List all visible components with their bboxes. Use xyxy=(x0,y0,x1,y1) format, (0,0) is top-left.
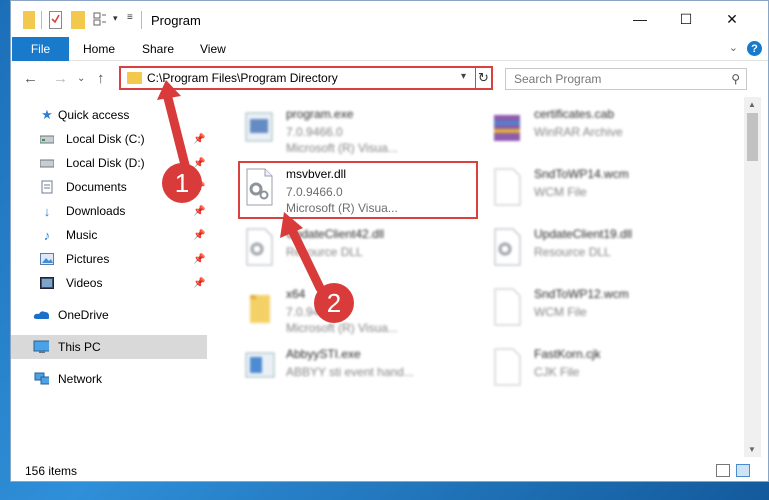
callout-1: 1 xyxy=(162,163,202,203)
callout-2: 2 xyxy=(314,283,354,323)
annotation-arrows xyxy=(157,80,325,293)
